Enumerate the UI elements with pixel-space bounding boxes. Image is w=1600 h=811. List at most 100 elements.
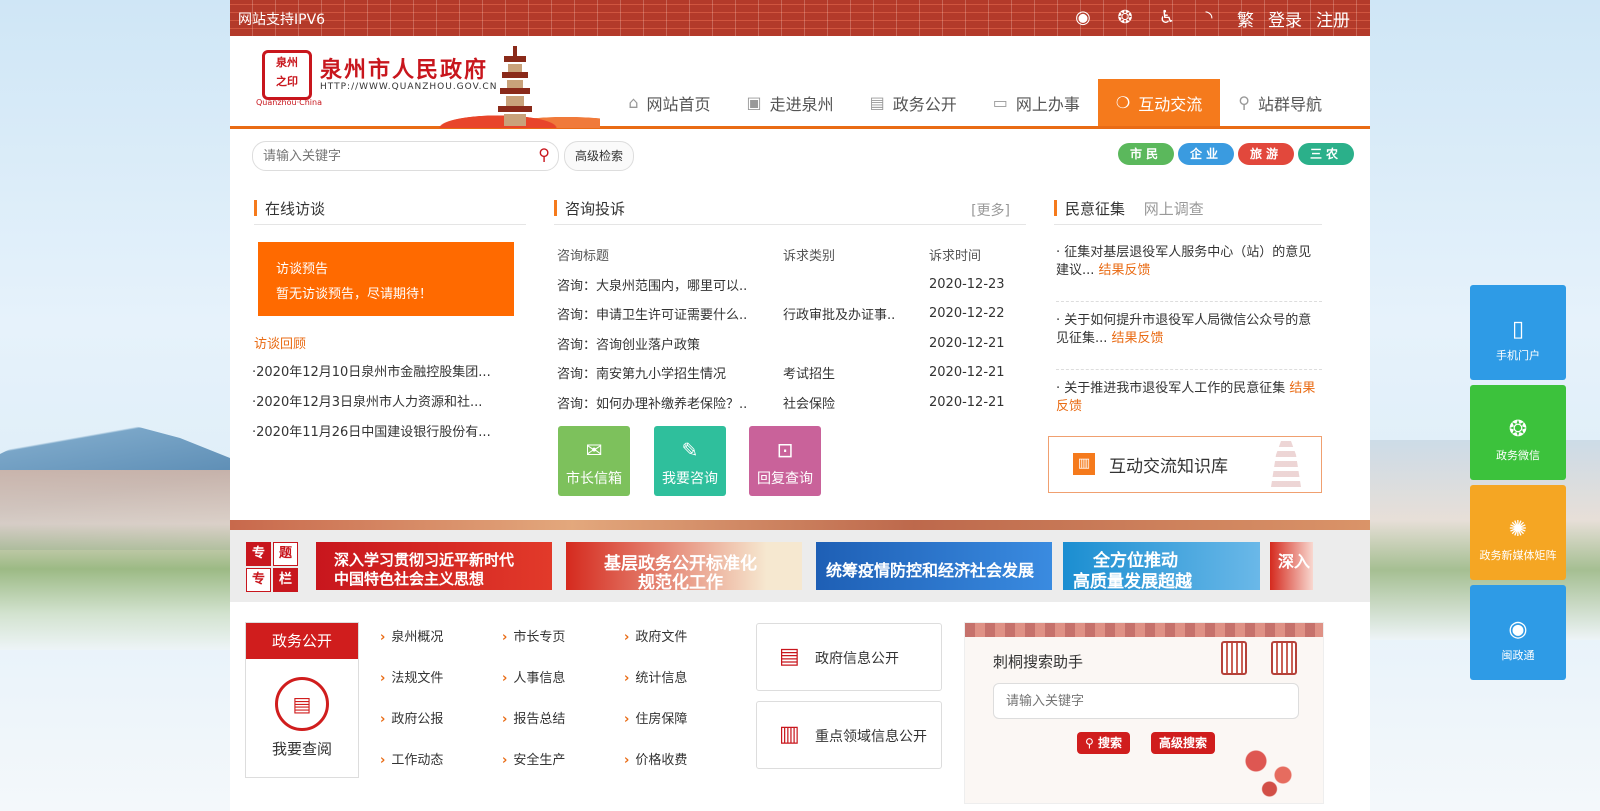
gov-link[interactable]: 法规文件 — [380, 667, 502, 708]
table-header: 咨询标题 诉求类别 诉求时间 — [557, 240, 1027, 270]
review-title[interactable]: 访谈回顾 — [254, 333, 306, 352]
row-title[interactable]: 咨询：如何办理补缴养老保险？.. — [557, 393, 783, 412]
topic-banner[interactable]: 全方位推动 高质量发展超越 — [1063, 542, 1260, 590]
gov-link[interactable]: 工作动态 — [380, 749, 502, 790]
button-label: 市长信箱 — [566, 471, 622, 487]
topic-banner[interactable]: 基层政务公开标准化 规范化工作 — [566, 542, 802, 590]
reply-query-button[interactable]: ⊡ 回复查询 — [749, 426, 821, 496]
gov-link[interactable]: 报告总结 — [502, 708, 624, 749]
row-title[interactable]: 咨询：大泉州范围内，哪里可以.. — [557, 275, 783, 294]
gov-link[interactable]: 市长专页 — [502, 626, 624, 667]
row-title[interactable]: 咨询：申请卫生许可证需要什么.. — [557, 304, 783, 323]
nav-label: 走进泉州 — [769, 94, 834, 114]
tab-opinion[interactable]: 民意征集 — [1065, 200, 1125, 218]
table-row[interactable]: 咨询：申请卫生许可证需要什么.. 行政审批及办证事.. 2020-12-22 — [557, 299, 1027, 329]
gov-link[interactable]: 政府公报 — [380, 708, 502, 749]
query-label[interactable]: 我要查阅 — [246, 738, 358, 759]
nav-interaction[interactable]: ❍ 互动交流 — [1097, 79, 1221, 126]
main-nav: ⌂ 网站首页 ▣ 走进泉州 ▤ 政务公开 ▭ 网上办事 ❍ 互动交流 ⚲ 站群导航 — [610, 79, 1340, 126]
site-title[interactable]: 泉州市人民政府 — [320, 52, 488, 84]
table-row[interactable]: 咨询：咨询创业落户政策 2020-12-21 — [557, 329, 1027, 359]
location-icon: ⚲ — [1238, 93, 1250, 112]
gov-link[interactable]: 安全生产 — [502, 749, 624, 790]
float-mobile-portal[interactable]: ▯ 手机门户 — [1470, 285, 1566, 380]
login-link[interactable]: 登录 — [1268, 6, 1302, 31]
nav-online-services[interactable]: ▭ 网上办事 — [975, 79, 1098, 126]
list-item[interactable]: ·2020年12月3日泉州市人力资源和社... — [252, 391, 522, 421]
advanced-search-button[interactable]: 高级检索 — [564, 141, 635, 171]
search-doc-icon: ⊡ — [776, 438, 794, 462]
interview-title[interactable]: 在线访谈 — [265, 200, 325, 218]
table-row[interactable]: 咨询：大泉州范围内，哪里可以.. 2020-12-23 — [557, 270, 1027, 300]
city-seal-logo[interactable]: 泉州 之印 — [262, 50, 312, 100]
tag-agriculture[interactable]: 三农 — [1298, 143, 1354, 165]
nav-gov-affairs[interactable]: ▤ 政务公开 — [852, 79, 975, 126]
lantern-icon — [1271, 641, 1297, 675]
mayor-mailbox-button[interactable]: ✉ 市长信箱 — [558, 426, 630, 496]
col-date: 诉求时间 — [929, 249, 982, 265]
helper-search-input[interactable] — [1004, 693, 1288, 710]
top-bar: 网站支持IPV6 ◉ ❂ ♿ ◝ 繁 登录 注册 — [230, 0, 1370, 36]
feedback-link[interactable]: 结果反馈 — [1099, 263, 1151, 278]
list-item[interactable]: ·2020年11月26日中国建设银行股份有... — [252, 421, 522, 451]
opinion-text[interactable]: · 征集对基层退役军人服务中心（站）的意见建议... — [1056, 245, 1311, 278]
nav-label: 政务公开 — [892, 94, 957, 114]
phone-icon: ▯ — [1511, 317, 1525, 342]
interview-preview-box[interactable]: 访谈预告 暂无访谈预告，尽请期待！ — [258, 242, 514, 316]
interview-section-header: 在线访谈 — [254, 198, 526, 225]
gov-link[interactable]: 统计信息 — [624, 667, 746, 708]
list-item[interactable]: · 关于推进我市退役军人工作的民意征集 结果反馈 — [1056, 376, 1322, 437]
helper-search-button[interactable]: ⚲ 搜索 — [1077, 732, 1130, 754]
review-list: ·2020年12月10日泉州市金融控股集团... ·2020年12月3日泉州市人… — [252, 361, 522, 451]
feedback-link[interactable]: 结果反馈 — [1112, 331, 1164, 346]
list-item[interactable]: · 关于如何提升市退役军人局微信公众号的意见征集... 结果反馈 — [1056, 308, 1322, 370]
document-icon[interactable]: ▤ — [275, 677, 329, 731]
gov-affairs-title[interactable]: 政务公开 — [246, 623, 358, 659]
list-item[interactable]: · 征集对基层退役军人服务中心（站）的意见建议... 结果反馈 — [1056, 240, 1322, 302]
float-gov-wechat[interactable]: ❂ 政务微信 — [1470, 385, 1566, 480]
consult-title[interactable]: 咨询投诉 — [565, 200, 625, 218]
traditional-chinese-link[interactable]: 繁 — [1237, 6, 1254, 31]
document-icon: ▤ — [869, 93, 885, 112]
float-minzhengtong[interactable]: ◉ 闽政通 — [1470, 585, 1566, 680]
tag-tourism[interactable]: 旅游 — [1238, 143, 1294, 165]
table-row[interactable]: 咨询：如何办理补缴养老保险？.. 社会保险 2020-12-21 — [557, 388, 1027, 418]
rss-icon[interactable]: ◝ — [1198, 7, 1220, 29]
lantern-icon — [1221, 641, 1247, 675]
topic-banner[interactable]: 深入 — [1270, 542, 1313, 590]
gov-link[interactable]: 住房保障 — [624, 708, 746, 749]
row-title[interactable]: 咨询：咨询创业落户政策 — [557, 334, 783, 353]
gov-info-open-button[interactable]: ▤ 政府信息公开 — [756, 623, 942, 691]
table-row[interactable]: 咨询：南安第九小学招生情况 考试招生 2020-12-21 — [557, 358, 1027, 388]
helper-advanced-button[interactable]: 高级搜索 — [1151, 732, 1216, 754]
gov-link[interactable]: 政府文件 — [624, 626, 746, 667]
register-link[interactable]: 注册 — [1316, 6, 1350, 31]
topic-banner[interactable]: 深入学习贯彻习近平新时代 中国特色社会主义思想 — [316, 542, 552, 590]
accessibility-icon[interactable]: ♿ — [1156, 7, 1178, 29]
tag-enterprise[interactable]: 企业 — [1178, 143, 1234, 165]
search-input[interactable] — [261, 148, 525, 165]
key-info-open-button[interactable]: ▥ 重点领域信息公开 — [756, 701, 942, 769]
gov-link[interactable]: 人事信息 — [502, 667, 624, 708]
search-icon[interactable]: ⚲ — [538, 145, 550, 164]
topic-banner[interactable]: 统筹疫情防控和经济社会发展 — [816, 542, 1052, 590]
gov-link[interactable]: 价格收费 — [624, 749, 746, 790]
wechat-icon[interactable]: ❂ — [1114, 7, 1136, 29]
nav-about-quanzhou[interactable]: ▣ 走进泉州 — [728, 79, 851, 126]
nav-site-group[interactable]: ⚲ 站群导航 — [1220, 79, 1340, 126]
opinion-text[interactable]: · 关于如何提升市退役军人局微信公众号的意见征集... — [1056, 313, 1311, 346]
tab-survey[interactable]: 网上调查 — [1144, 200, 1204, 218]
row-title[interactable]: 咨询：南安第九小学招生情况 — [557, 363, 783, 382]
list-item[interactable]: ·2020年12月10日泉州市金融控股集团... — [252, 361, 522, 391]
opinion-text[interactable]: · 关于推进我市退役军人工作的民意征集 — [1056, 381, 1285, 396]
doc-list-icon: ▤ — [779, 644, 800, 669]
consult-button[interactable]: ✎ 我要咨询 — [654, 426, 726, 496]
weibo-icon[interactable]: ◉ — [1072, 7, 1094, 29]
knowledge-base-button[interactable]: ▥ 互动交流知识库 — [1048, 436, 1322, 493]
nav-home[interactable]: ⌂ 网站首页 — [610, 79, 728, 126]
float-new-media[interactable]: ✺ 政务新媒体矩阵 — [1470, 485, 1566, 580]
tag-citizen[interactable]: 市民 — [1118, 143, 1174, 165]
more-link[interactable]: [更多] — [971, 200, 1010, 220]
gov-link[interactable]: 泉州概况 — [380, 626, 502, 667]
user-edit-icon: ✎ — [681, 438, 699, 462]
